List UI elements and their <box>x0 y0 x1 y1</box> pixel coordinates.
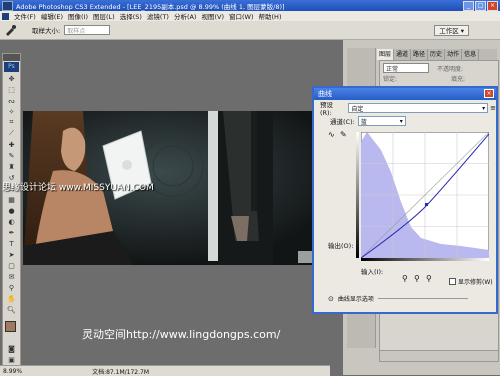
zoom-tool-icon[interactable]: 🔍︎ <box>4 304 19 315</box>
expand-icon[interactable]: ⊙ <box>328 295 334 303</box>
chevron-down-icon: ▾ <box>482 104 486 112</box>
preset-dropdown[interactable]: 自定 ▾ <box>348 103 489 113</box>
preset-label: 预设(R): <box>320 101 333 117</box>
ps-logo: Ps <box>4 62 19 72</box>
curves-dialog: 曲线 × 预设(R): 自定 ▾ ≡ 通道(C): 蓝 ▾ ∿ ✎ 输出(O): 输… <box>312 86 498 314</box>
window-title: Adobe Photoshop CS3 Extended - [LEE_2195… <box>16 2 285 11</box>
healing-brush-icon[interactable]: ✚ <box>4 139 19 150</box>
channel-dropdown[interactable]: 蓝 ▾ <box>357 116 406 126</box>
channel-value: 蓝 <box>360 118 367 126</box>
stamp-tool-icon[interactable]: ♜ <box>4 161 19 172</box>
zoom-level[interactable]: 8.99% <box>3 368 22 375</box>
curve-display-options[interactable]: ⊙ 曲线显示选项 <box>328 294 468 303</box>
tab-history[interactable]: 历史 <box>428 49 446 60</box>
curves-title: 曲线 <box>318 90 332 98</box>
blend-mode-dropdown[interactable]: 正常 <box>383 63 429 73</box>
crop-tool-icon[interactable]: ⌗ <box>4 117 19 128</box>
blur-tool-icon[interactable]: ● <box>4 205 19 216</box>
channel-label: 通道(C): <box>330 118 355 126</box>
path-select-icon[interactable]: ➤ <box>4 249 19 260</box>
gradient-tool-icon[interactable]: ▦ <box>4 194 19 205</box>
output-label: 输出(O): <box>328 242 354 250</box>
lock-label: 锁定: <box>383 75 398 83</box>
sample-size-label: 取样大小: <box>32 27 61 35</box>
divider <box>377 298 468 299</box>
input-gradient-bar <box>361 258 489 261</box>
show-clipping-option[interactable]: 显示修剪(W) <box>449 277 493 286</box>
white-point-eyedropper-icon[interactable]: ⚲ <box>426 274 432 283</box>
move-tool-icon[interactable]: ✥ <box>4 73 19 84</box>
menu-analysis[interactable]: 分析(A) <box>174 11 197 21</box>
tab-actions[interactable]: 动作 <box>445 49 463 60</box>
app-icon <box>2 0 13 11</box>
dodge-tool-icon[interactable]: ◐ <box>4 216 19 227</box>
title-bar: Adobe Photoshop CS3 Extended - [LEE_2195… <box>0 0 500 11</box>
output-gradient-bar <box>356 132 359 258</box>
close-button[interactable]: × <box>487 1 498 11</box>
maximize-button[interactable]: □ <box>475 1 486 11</box>
workspace-button[interactable]: 工作区 ▾ <box>434 24 470 36</box>
tab-info[interactable]: 信息 <box>462 49 480 60</box>
options-bar: 取样大小: 取样点 工作区 ▾ <box>0 21 500 40</box>
fill-label: 填充: <box>451 75 466 83</box>
eyedropper-tool-icon[interactable] <box>4 24 18 36</box>
sample-size-dropdown[interactable]: 取样点 <box>64 25 111 35</box>
watermark-bottom: 灵动空间http://www.lingdongps.com/ <box>82 328 281 341</box>
opacity-label: 不透明度: <box>437 65 464 73</box>
layers-panel-tabs: 图层 通道 路径 历史 动作 信息 <box>377 49 497 60</box>
foreground-color[interactable] <box>5 321 16 332</box>
type-tool-icon[interactable]: T <box>4 238 19 249</box>
menu-select[interactable]: 选择(S) <box>120 11 142 21</box>
black-point-eyedropper-icon[interactable]: ⚲ <box>402 274 408 283</box>
document-size: 文档:87.1M/172.7M <box>92 368 149 376</box>
ps-menu-icon[interactable] <box>2 12 9 20</box>
watermark-left: 思缘设计论坛 www.MISSYUAN.COM <box>2 183 154 193</box>
menu-window[interactable]: 窗口(W) <box>229 11 254 21</box>
curve-point-tool-icon[interactable]: ∿ <box>328 130 335 139</box>
quick-mask-icon[interactable]: ◙ <box>4 343 19 354</box>
color-swatches[interactable] <box>3 319 20 343</box>
chevron-down-icon: ▾ <box>399 117 403 125</box>
menu-image[interactable]: 图像(I) <box>68 11 88 21</box>
lasso-tool-icon[interactable]: ᔓ <box>4 95 19 106</box>
menu-file[interactable]: 文件(F) <box>14 11 36 21</box>
tab-channels[interactable]: 通道 <box>394 49 412 60</box>
menu-view[interactable]: 视图(V) <box>201 11 224 21</box>
shape-tool-icon[interactable]: ▢ <box>4 260 19 271</box>
minimize-button[interactable]: _ <box>463 1 474 11</box>
status-bar: 8.99% 文档:87.1M/172.7M <box>0 365 330 376</box>
toolbox: Ps ✥ ⬚ ᔓ ✧ ⌗ ⟋ ✚ ✎ ♜ ↺ ▭ ▦ ● ◐ ✒ T ➤ ▢ ✉… <box>2 53 21 367</box>
pencil-tool-icon[interactable]: ✎ <box>340 130 347 139</box>
preset-value: 自定 <box>351 105 364 113</box>
hand-tool-icon[interactable]: ✋ <box>4 293 19 304</box>
curves-title-bar: 曲线 × <box>314 88 496 100</box>
marquee-tool-icon[interactable]: ⬚ <box>4 84 19 95</box>
layers-footer <box>380 350 498 361</box>
menu-layer[interactable]: 图层(L) <box>93 11 115 21</box>
input-label: 输入(I): <box>361 268 384 276</box>
brush-tool-icon[interactable]: ✎ <box>4 150 19 161</box>
gray-point-eyedropper-icon[interactable]: ⚲ <box>414 274 420 283</box>
menu-help[interactable]: 帮助(H) <box>259 11 282 21</box>
slice-tool-icon[interactable]: ⟋ <box>4 128 19 139</box>
menu-filter[interactable]: 滤镜(T) <box>147 11 169 21</box>
show-clipping-checkbox[interactable] <box>449 278 456 285</box>
menu-edit[interactable]: 编辑(E) <box>41 11 63 21</box>
curves-close-button[interactable]: × <box>484 89 494 98</box>
preset-options-icon[interactable]: ≡ <box>490 104 496 112</box>
notes-tool-icon[interactable]: ✉ <box>4 271 19 282</box>
curves-graph[interactable] <box>361 132 489 262</box>
screen-mode-icon[interactable]: ▣ <box>4 354 19 365</box>
tab-layers[interactable]: 图层 <box>377 49 395 60</box>
tab-paths[interactable]: 路径 <box>411 49 429 60</box>
magic-wand-tool-icon[interactable]: ✧ <box>4 106 19 117</box>
pen-tool-icon[interactable]: ✒ <box>4 227 19 238</box>
eyedropper-icon[interactable]: ⚲ <box>4 282 19 293</box>
